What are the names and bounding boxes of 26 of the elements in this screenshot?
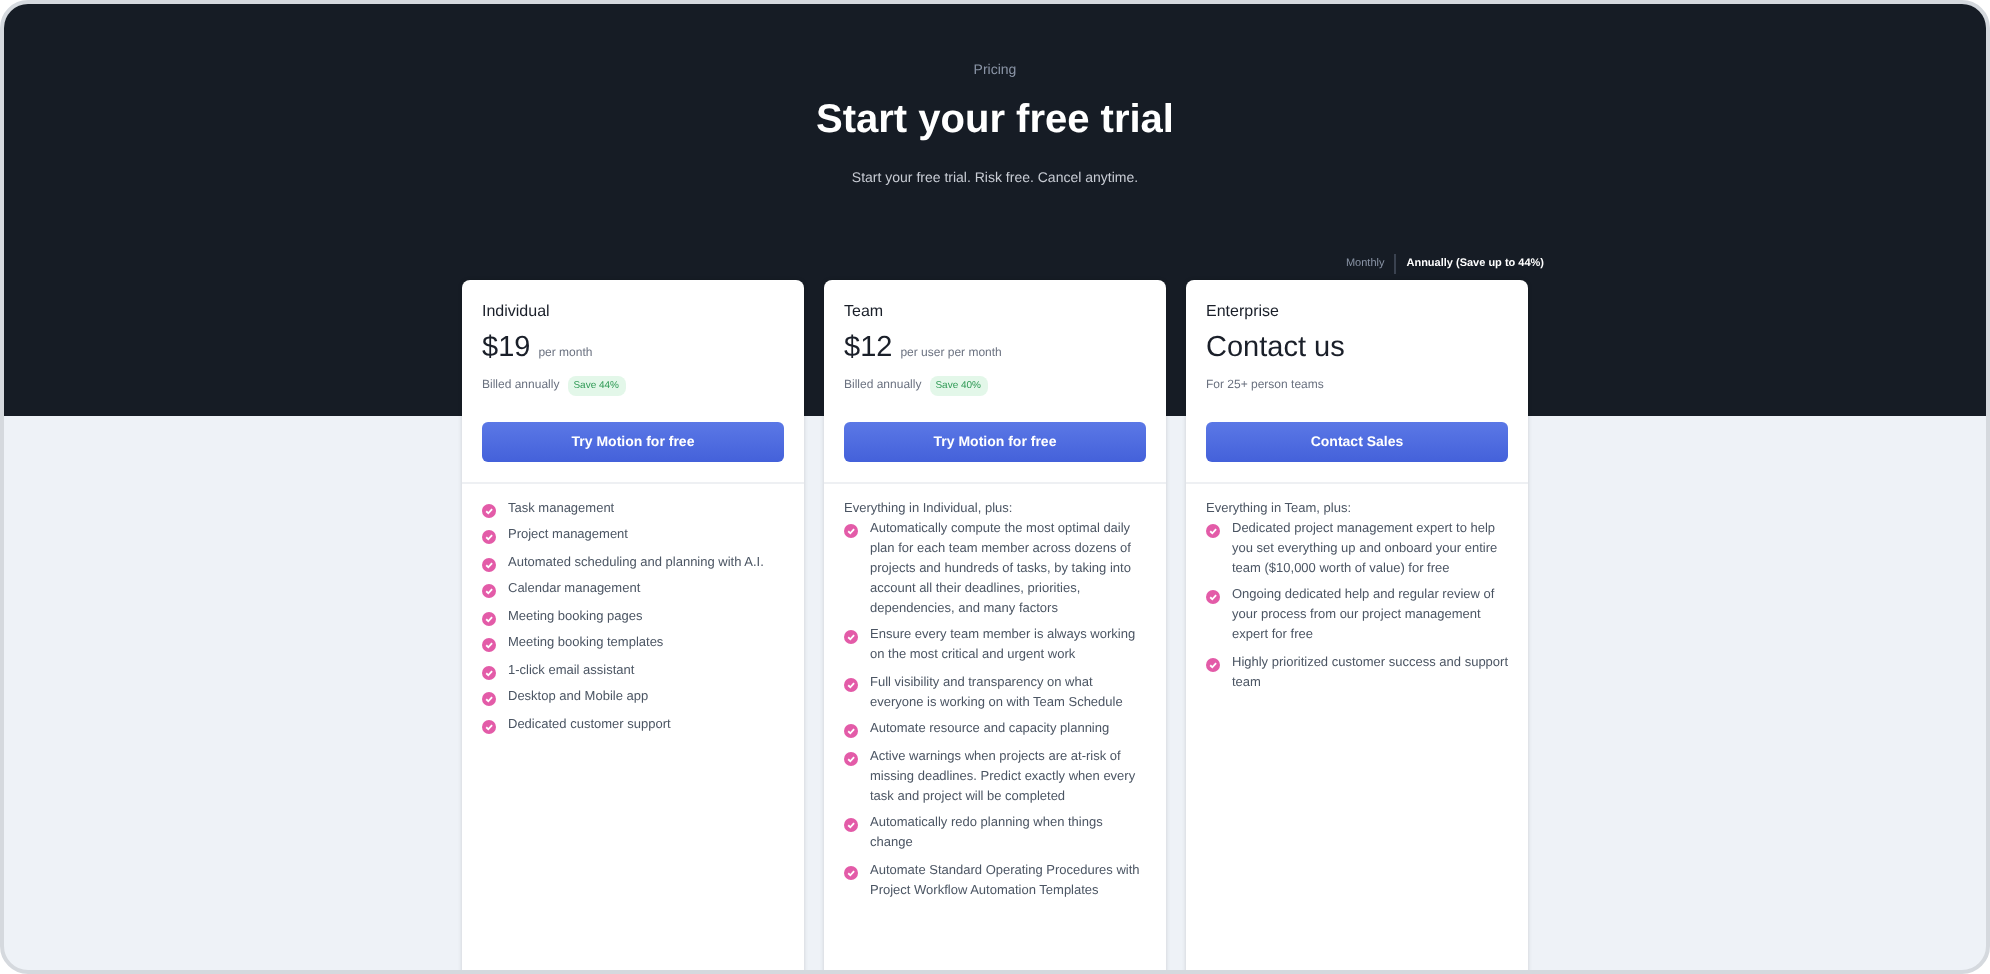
check-icon [1206,590,1220,604]
check-icon [482,665,496,679]
check-icon [482,719,496,733]
plan-name: Enterprise [1206,302,1281,320]
plan-price: Contact us [1206,332,1345,364]
plan-name: Team [844,302,886,320]
check-icon [482,557,496,571]
check-icon [844,751,858,765]
check-icon [482,503,496,517]
check-icon [844,724,858,738]
check-icon [482,692,496,706]
check-icon [844,523,858,537]
check-icon [482,530,496,544]
plan-price: $12 [844,332,893,364]
check-icon [482,584,496,598]
check-icon [844,818,858,832]
check-icon [1206,657,1220,671]
check-icon [844,865,858,879]
check-icon [1206,523,1220,537]
plan-price: $19 [482,332,531,364]
plan-name: Individual [482,302,552,320]
page-title: Start your free trial [816,98,1174,144]
check-icon [482,611,496,625]
check-icon [844,630,858,644]
check-icon [482,638,496,652]
check-icon [844,677,858,691]
